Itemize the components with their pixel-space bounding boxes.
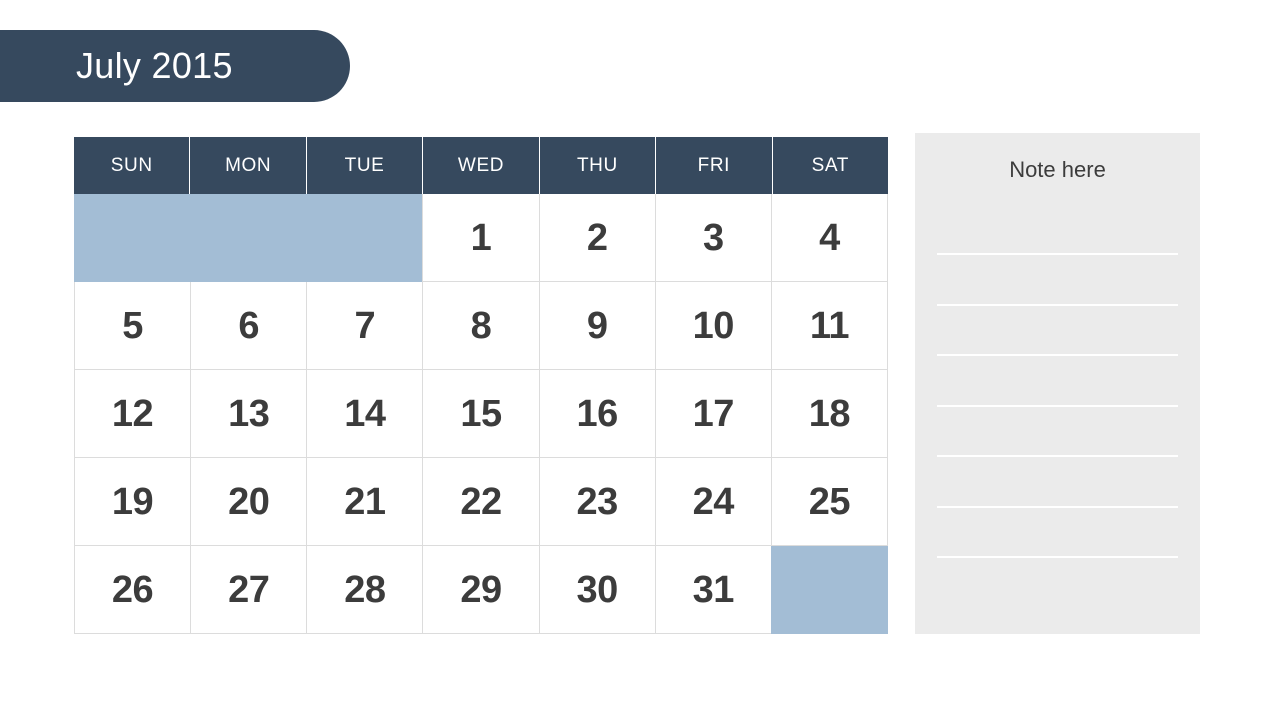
- day-number: 18: [808, 392, 851, 435]
- calendar-weekday-wed: WED: [423, 137, 540, 194]
- calendar-day-cell[interactable]: 24: [654, 458, 772, 546]
- calendar-day-cell[interactable]: 20: [190, 458, 308, 546]
- calendar-day-cell[interactable]: 31: [654, 546, 772, 634]
- calendar-day-cell[interactable]: 8: [422, 282, 540, 370]
- day-number: 10: [692, 304, 735, 347]
- day-number: 15: [460, 392, 502, 435]
- calendar-day-cell[interactable]: 23: [538, 458, 656, 546]
- note-rule-line: [937, 506, 1178, 508]
- day-number: 30: [576, 568, 618, 611]
- calendar-day-cell[interactable]: 22: [422, 458, 540, 546]
- calendar-weekday-mon: MON: [190, 137, 307, 194]
- calendar-day-cell[interactable]: 2: [538, 194, 656, 282]
- calendar-day-cell[interactable]: 13: [190, 370, 308, 458]
- day-number: 5: [122, 304, 143, 347]
- calendar-day-cell[interactable]: 1: [422, 194, 540, 282]
- note-rule-line: [937, 253, 1178, 255]
- calendar-day-cell-empty[interactable]: [306, 194, 424, 282]
- note-panel[interactable]: Note here: [915, 133, 1200, 634]
- page-title: July 2015: [76, 45, 233, 86]
- day-number: 11: [809, 304, 850, 347]
- day-number: 31: [692, 568, 735, 611]
- calendar-body: 1 2 3 4 5 6 7 8 9 10 11 12 13 14 15 16 17 18 19 20 21 22 23 24 2…: [74, 194, 888, 634]
- calendar-day-cell[interactable]: 27: [190, 546, 308, 634]
- calendar-weekday-thu: THU: [540, 137, 657, 194]
- day-number: 8: [470, 304, 492, 347]
- calendar-day-cell[interactable]: 30: [538, 546, 656, 634]
- day-number: 1: [470, 216, 492, 259]
- calendar-day-cell[interactable]: 6: [190, 282, 308, 370]
- calendar-day-cell[interactable]: 12: [74, 370, 192, 458]
- calendar-day-cell-empty[interactable]: [770, 546, 888, 634]
- day-number: 6: [238, 304, 260, 347]
- day-number: 17: [692, 392, 735, 435]
- note-rule-line: [937, 354, 1178, 356]
- calendar-week-row: 19 20 21 22 23 24 25: [74, 458, 888, 546]
- calendar-weekday-header-row: SUN MON TUE WED THU FRI SAT: [74, 137, 888, 194]
- day-number: 24: [692, 480, 735, 523]
- day-number: 2: [586, 216, 608, 259]
- note-panel-title: Note here: [1009, 157, 1106, 182]
- calendar-week-row: 5 6 7 8 9 10 11: [74, 282, 888, 370]
- calendar-day-cell[interactable]: 10: [654, 282, 772, 370]
- day-number: 20: [228, 480, 270, 523]
- day-number: 4: [819, 216, 840, 259]
- calendar-day-cell[interactable]: 11: [770, 282, 888, 370]
- day-number: 28: [344, 568, 386, 611]
- day-number: 7: [354, 304, 376, 347]
- note-panel-rules: [937, 213, 1178, 624]
- calendar-day-cell[interactable]: 14: [306, 370, 424, 458]
- calendar-weekday-tue: TUE: [307, 137, 424, 194]
- day-number: 21: [344, 480, 386, 523]
- calendar-day-cell[interactable]: 15: [422, 370, 540, 458]
- note-rule-line: [937, 556, 1178, 558]
- calendar-day-cell[interactable]: 17: [654, 370, 772, 458]
- calendar-day-cell[interactable]: 21: [306, 458, 424, 546]
- calendar-weekday-sat: SAT: [811, 154, 849, 176]
- calendar-day-cell[interactable]: 25: [770, 458, 888, 546]
- day-number: 19: [111, 480, 154, 523]
- note-rule-line: [937, 405, 1178, 407]
- note-rule-line: [937, 304, 1178, 306]
- calendar-day-cell[interactable]: 19: [74, 458, 192, 546]
- day-number: 12: [111, 392, 154, 435]
- day-number: 26: [111, 568, 154, 611]
- calendar-day-cell[interactable]: 16: [538, 370, 656, 458]
- calendar-day-cell[interactable]: 7: [306, 282, 424, 370]
- calendar-day-cell[interactable]: 3: [654, 194, 772, 282]
- calendar-week-row: 26 27 28 29 30 31: [74, 546, 888, 634]
- calendar-day-cell[interactable]: 5: [74, 282, 192, 370]
- day-number: 23: [576, 480, 618, 523]
- calendar-weekday-sun: SUN: [74, 137, 191, 194]
- calendar-day-cell[interactable]: 4: [770, 194, 888, 282]
- day-number: 13: [228, 392, 270, 435]
- calendar-day-cell[interactable]: 18: [770, 370, 888, 458]
- calendar-weekday-fri: FRI: [656, 137, 773, 194]
- calendar-day-cell[interactable]: 9: [538, 282, 656, 370]
- day-number: 3: [702, 216, 724, 259]
- calendar-day-cell[interactable]: 29: [422, 546, 540, 634]
- calendar-day-cell[interactable]: 26: [74, 546, 192, 634]
- calendar-day-cell-empty[interactable]: [74, 194, 192, 282]
- month-title-banner: July 2015: [0, 30, 350, 102]
- day-number: 25: [808, 480, 851, 523]
- day-number: 22: [460, 480, 502, 523]
- calendar-week-row: 12 13 14 15 16 17 18: [74, 370, 888, 458]
- calendar-grid: SUN MON TUE WED THU FRI SAT 1 2 3 4 5 6 7 8 9 10 11 12 13 1…: [74, 137, 888, 634]
- note-rule-line: [937, 455, 1178, 457]
- calendar-week-row: 1 2 3 4: [74, 194, 888, 282]
- calendar-day-cell[interactable]: 28: [306, 546, 424, 634]
- calendar-day-cell-empty[interactable]: [190, 194, 308, 282]
- day-number: 16: [576, 392, 618, 435]
- day-number: 29: [460, 568, 502, 611]
- day-number: 9: [586, 304, 608, 347]
- day-number: 27: [228, 568, 270, 611]
- day-number: 14: [344, 392, 386, 435]
